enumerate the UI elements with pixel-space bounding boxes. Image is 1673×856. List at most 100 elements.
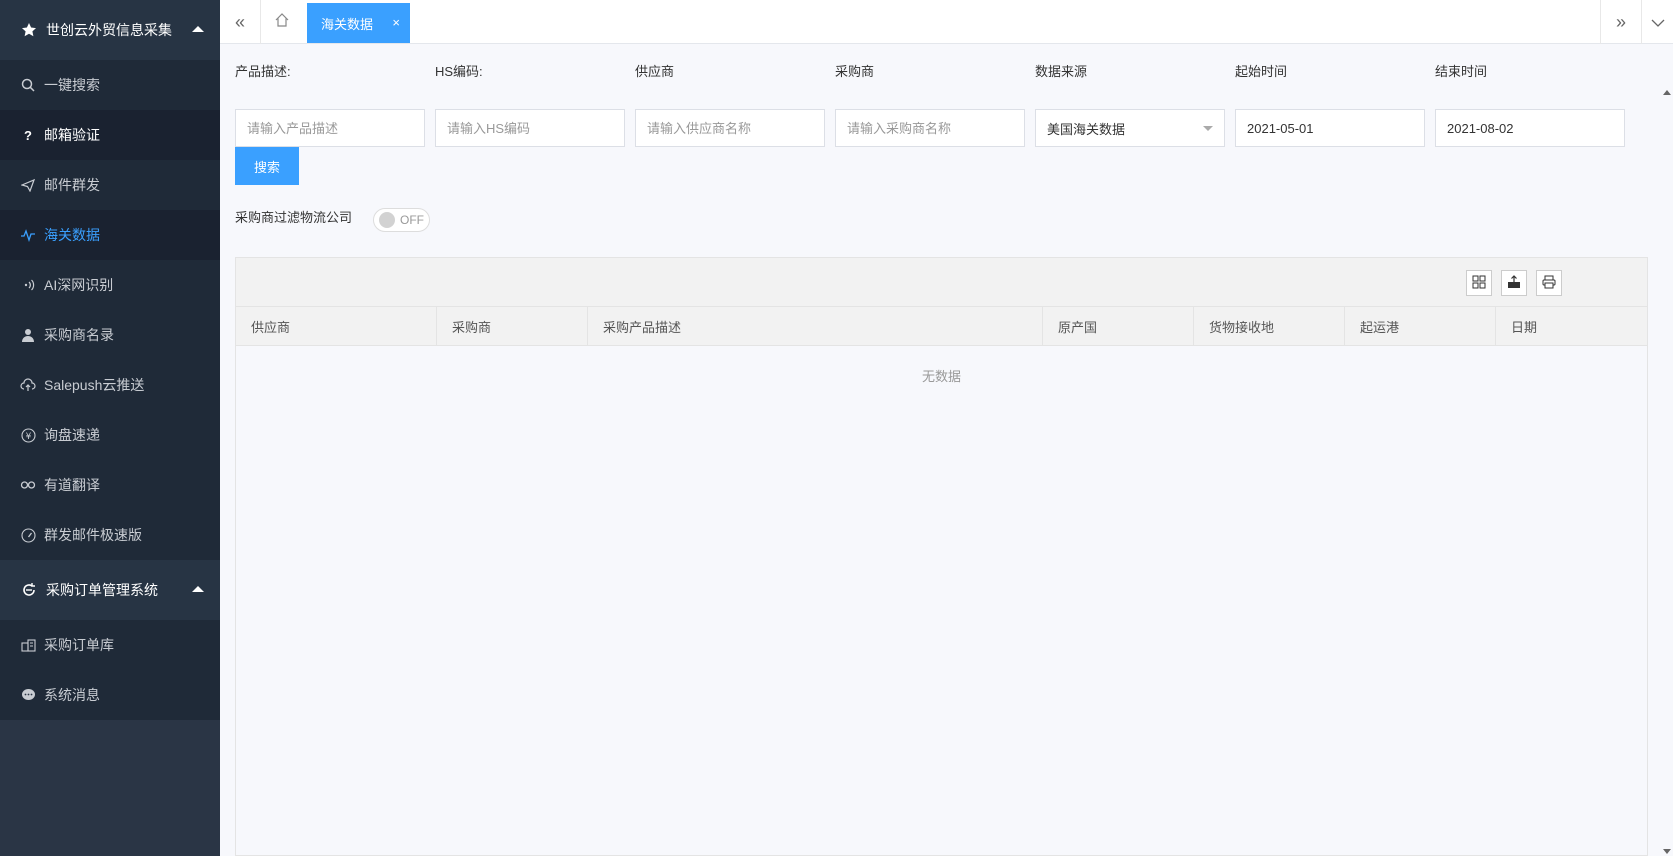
sidebar-item-label: 一键搜索 — [44, 77, 100, 93]
sidebar-item-label: AI深网识别 — [44, 277, 114, 293]
main-content: 产品描述: HS编码: 供应商 采购商 数据来源 起始时间 结束时间 美国海关数… — [220, 44, 1673, 856]
label-hs-code: HS编码: — [435, 64, 483, 79]
column-header[interactable]: 供应商 — [236, 307, 437, 346]
sidebar-item-quick-search[interactable]: 一键搜索 — [0, 60, 220, 110]
pulse-icon — [20, 227, 36, 243]
sidebar-group-title: 采购订单管理系统 — [46, 582, 158, 598]
sidebar-item-label: Salepush云推送 — [44, 377, 145, 393]
label-end-time: 结束时间 — [1435, 64, 1488, 79]
hs-code-input[interactable] — [435, 109, 625, 147]
sidebar-item-label: 系统消息 — [44, 687, 100, 703]
column-header[interactable]: 货物接收地 — [1194, 307, 1345, 346]
table-toolbar — [236, 258, 1647, 307]
tab-label: 海关数据 — [321, 16, 374, 32]
toggle-knob — [379, 212, 395, 228]
close-icon[interactable]: × — [392, 15, 400, 30]
tab-bar: « 海关数据 × » — [220, 0, 1673, 44]
tab-menu-button[interactable] — [1642, 0, 1673, 44]
buildings-icon — [20, 637, 36, 653]
label-start-time: 起始时间 — [1235, 64, 1288, 79]
empty-state: 无数据 — [921, 369, 961, 384]
sidebar-item-fast-mail[interactable]: 群发邮件极速版 — [0, 510, 220, 560]
sidebar-item-mass-mail[interactable]: 邮件群发 — [0, 160, 220, 210]
sidebar-item-ai-deepweb[interactable]: AI深网识别 — [0, 260, 220, 310]
buyer-input[interactable] — [835, 109, 1025, 147]
double-chevron-left-icon: « — [234, 11, 245, 32]
sidebar-item-label: 采购商名录 — [44, 327, 114, 343]
yen-icon: ¥ — [20, 427, 36, 443]
label-product-desc: 产品描述: — [235, 64, 291, 79]
chevron-down-icon — [1203, 126, 1213, 131]
column-header[interactable]: 起运港 — [1345, 307, 1496, 346]
printer-icon — [1542, 275, 1556, 292]
sidebar-group-items: 一键搜索 ? 邮箱验证 邮件群发 海关数据 AI深网识别 采购商名录 Salep… — [0, 60, 220, 560]
infinity-icon — [20, 477, 36, 493]
sidebar-item-youdao[interactable]: 有道翻译 — [0, 460, 220, 510]
search-button[interactable]: 搜索 — [235, 147, 299, 185]
scroll-right-button[interactable]: » — [1601, 0, 1641, 44]
product-desc-input[interactable] — [235, 109, 425, 147]
sidebar-item-label: 询盘速递 — [44, 427, 100, 443]
signal-icon — [20, 277, 36, 293]
question-icon: ? — [24, 127, 32, 143]
send-icon — [20, 177, 36, 193]
scroll-up-arrow[interactable] — [1663, 90, 1671, 95]
start-date-input[interactable] — [1235, 109, 1425, 147]
sidebar-item-system-messages[interactable]: 系统消息 — [0, 670, 220, 720]
column-header[interactable]: 采购商 — [437, 307, 588, 346]
user-icon — [20, 327, 36, 343]
sidebar-item-email-verify[interactable]: ? 邮箱验证 — [0, 110, 220, 160]
cloud-upload-icon — [20, 377, 36, 393]
supplier-input[interactable] — [635, 109, 825, 147]
label-data-source: 数据来源 — [1035, 64, 1088, 79]
data-source-select[interactable]: 美国海关数据 — [1035, 109, 1225, 147]
svg-text:¥: ¥ — [25, 432, 31, 442]
tab-customs-data[interactable]: 海关数据 × — [307, 3, 410, 43]
end-date-input[interactable] — [1435, 109, 1625, 147]
sidebar-item-label: 采购订单库 — [44, 637, 114, 653]
sidebar: 世创云外贸信息采集 一键搜索 ? 邮箱验证 邮件群发 海关数据 AI深网识别 采… — [0, 0, 220, 856]
sidebar-item-label: 群发邮件极速版 — [44, 527, 142, 543]
filter-logistics-label: 采购商过滤物流公司 — [235, 210, 353, 225]
double-chevron-right-icon: » — [1615, 11, 1626, 32]
sidebar-group-order-system[interactable]: 采购订单管理系统 — [0, 560, 220, 620]
column-header[interactable]: 原产国 — [1043, 307, 1194, 346]
star-icon — [20, 21, 38, 39]
toggle-state: OFF — [400, 213, 424, 227]
column-header[interactable]: 采购产品描述 — [588, 307, 1043, 346]
table-header: 供应商 采购商 采购产品描述 原产国 货物接收地 起运港 日期 — [236, 307, 1647, 346]
data-source-value: 美国海关数据 — [1047, 121, 1126, 137]
sidebar-item-label: 邮箱验证 — [44, 127, 100, 143]
scroll-left-button[interactable]: « — [220, 0, 260, 44]
label-supplier: 供应商 — [635, 64, 675, 79]
sidebar-group-items: 采购订单库 系统消息 — [0, 620, 220, 720]
grid-icon — [1472, 275, 1486, 292]
sidebar-item-label: 海关数据 — [44, 227, 100, 243]
sidebar-item-label: 邮件群发 — [44, 177, 100, 193]
search-icon — [20, 77, 36, 93]
export-button[interactable] — [1501, 270, 1527, 296]
home-icon — [274, 12, 290, 33]
sidebar-item-inquiry[interactable]: ¥ 询盘速递 — [0, 410, 220, 460]
export-icon — [1507, 274, 1521, 292]
sidebar-item-order-library[interactable]: 采购订单库 — [0, 620, 220, 670]
scroll-down-arrow[interactable] — [1663, 849, 1671, 854]
print-button[interactable] — [1536, 270, 1562, 296]
filter-logistics-toggle[interactable]: OFF — [373, 208, 430, 232]
columns-button[interactable] — [1466, 270, 1492, 296]
divider — [260, 0, 261, 44]
speedometer-icon — [20, 527, 36, 543]
home-tab[interactable] — [262, 0, 302, 44]
sidebar-item-label: 有道翻译 — [44, 477, 100, 493]
results-table: 供应商 采购商 采购产品描述 原产国 货物接收地 起运港 日期 无数据 — [235, 257, 1648, 856]
sidebar-item-buyer-directory[interactable]: 采购商名录 — [0, 310, 220, 360]
column-header[interactable]: 日期 — [1496, 307, 1647, 346]
caret-up-icon — [192, 586, 204, 592]
caret-up-icon — [192, 26, 204, 32]
refresh-circle-icon — [20, 581, 38, 599]
sidebar-group-title: 世创云外贸信息采集 — [46, 22, 172, 38]
sidebar-item-salepush[interactable]: Salepush云推送 — [0, 360, 220, 410]
chevron-down-icon — [1651, 12, 1665, 33]
sidebar-item-customs-data[interactable]: 海关数据 — [0, 210, 220, 260]
sidebar-group-info-collect[interactable]: 世创云外贸信息采集 — [0, 0, 220, 60]
